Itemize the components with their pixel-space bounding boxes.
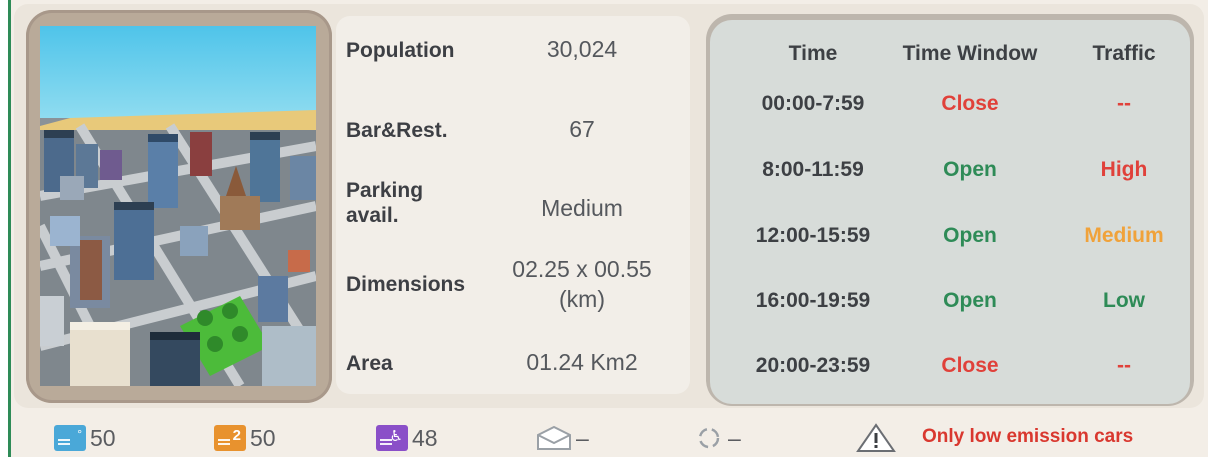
special-parking-spots: ♿ 48 (376, 424, 438, 452)
parking-availability-label: Parking avail. (346, 178, 486, 228)
city-thumbnail[interactable] (40, 26, 316, 386)
schedule-row-time: 12:00-15:59 (755, 224, 871, 247)
parking-label-line-1: Parking (346, 179, 424, 202)
schedule-row-traffic: Low (1103, 289, 1145, 312)
time-header: Time (788, 42, 838, 65)
schedule-row-time: 8:00-11:59 (762, 158, 864, 181)
schedule-row-time: 00:00-7:59 (761, 92, 865, 115)
population-label: Population (346, 39, 455, 62)
warning-icon-wrap (856, 423, 896, 452)
premium-parking-count: 50 (250, 424, 276, 451)
warning-icon (856, 423, 896, 452)
schedule-row-window: Open (943, 289, 997, 312)
refresh-cycle-icon (698, 427, 720, 449)
parking-label-line-2: avail. (346, 204, 399, 227)
dimensions-value-line-2: (km) (559, 286, 605, 312)
time-window-header: Time Window (902, 42, 1038, 65)
accessible-parking-tag-icon: ♿ (376, 425, 408, 451)
schedule-row-traffic: -- (1117, 92, 1131, 115)
parking-availability-value: Medium (541, 195, 623, 221)
dimensions-value-line-1: 02.25 x 00.55 (512, 256, 652, 282)
schedule-row-window: Open (943, 158, 997, 181)
bars-restaurants-value: 67 (569, 116, 595, 142)
standard-parking-count: 50 (90, 424, 116, 451)
left-accent-bar (0, 0, 11, 457)
schedule-row-window: Open (943, 224, 997, 247)
envelope-icon (537, 425, 571, 450)
area-label: Area (346, 352, 393, 375)
delivery-info: – (536, 424, 589, 452)
schedule-row-time: 20:00-23:59 (755, 354, 871, 377)
emission-restriction-text: Only low emission cars (922, 426, 1134, 447)
population-value: 30,024 (546, 36, 618, 62)
schedule-row-window: Close (941, 92, 999, 115)
bars-restaurants-label: Bar&Rest. (346, 119, 448, 142)
premium-parking-tag-icon: 2 (214, 425, 246, 451)
schedule-row-window: Close (941, 354, 999, 377)
special-parking-count: 48 (412, 424, 438, 451)
city-illustration (40, 26, 316, 386)
recurring-info: – (694, 424, 741, 452)
schedule-row-traffic: -- (1117, 354, 1131, 377)
schedule-row-traffic: High (1100, 158, 1148, 181)
premium-parking-spots: 2 50 (214, 424, 276, 452)
standard-parking-spots: ° 50 (54, 424, 116, 452)
schedule-row-time: 16:00-19:59 (755, 289, 871, 312)
area-value: 01.24 Km2 (526, 349, 638, 375)
recurring-value: – (728, 424, 741, 451)
schedule-row-traffic: Medium (1084, 224, 1164, 247)
dimensions-value: 02.25 x 00.55 (km) (484, 254, 680, 314)
delivery-value: – (576, 424, 589, 451)
traffic-header: Traffic (1092, 42, 1156, 65)
standard-parking-tag-icon: ° (54, 425, 86, 451)
dimensions-label: Dimensions (346, 273, 466, 296)
schedule-card (710, 20, 1190, 404)
